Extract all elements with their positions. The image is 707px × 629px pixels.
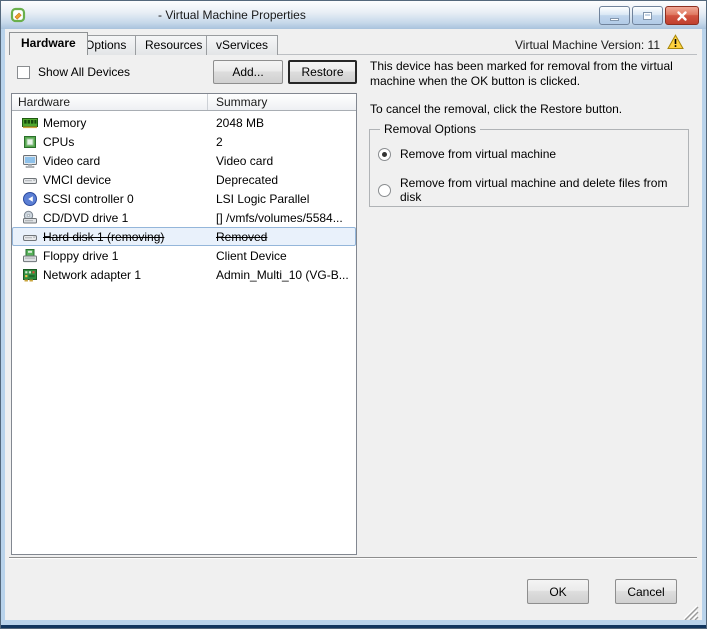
device-list-header: Hardware Summary: [12, 94, 356, 111]
minimize-button[interactable]: [599, 6, 630, 25]
cancel-button[interactable]: Cancel: [615, 579, 677, 604]
video-card-icon: [22, 153, 38, 169]
cd-dvd-icon: [22, 210, 38, 226]
titlebar[interactable]: - Virtual Machine Properties: [1, 1, 706, 29]
hard-disk-icon: [22, 229, 38, 245]
tab-hardware[interactable]: Hardware: [9, 32, 88, 55]
device-label: Floppy drive 1: [43, 249, 119, 263]
show-all-devices-row: Show All Devices: [17, 65, 130, 79]
floppy-icon: [22, 248, 38, 264]
removal-notice-text: This device has been marked for removal …: [370, 59, 673, 88]
remove-from-vm-radio[interactable]: [378, 147, 391, 161]
window-border-left: [1, 29, 5, 622]
device-row-floppy[interactable]: Floppy drive 1 Client Device: [12, 246, 356, 265]
device-label: Memory: [43, 116, 87, 130]
close-icon: [677, 10, 687, 21]
window-controls: [599, 6, 699, 25]
window-border-right: [702, 29, 706, 622]
remove-and-delete-option[interactable]: Remove from virtual machine and delete f…: [378, 176, 680, 204]
maximize-button[interactable]: [632, 6, 663, 25]
show-all-devices-checkbox[interactable]: [17, 65, 30, 79]
device-label: CD/DVD drive 1: [43, 211, 129, 225]
tab-vservices[interactable]: vServices: [206, 35, 279, 55]
device-summary: Deprecated: [216, 173, 279, 187]
close-button[interactable]: [665, 6, 699, 25]
device-label: VMCI device: [43, 173, 112, 187]
vmware-vm-icon: [10, 7, 26, 23]
maximize-icon: [643, 11, 652, 20]
device-rows: Memory 2048 MB CPUs 2 Video card Video c…: [12, 111, 356, 284]
device-row-hard-disk[interactable]: Hard disk 1 (removing) Removed: [12, 227, 356, 246]
hardware-device-list: Hardware Summary Memory 2048 MB CPUs 2 V…: [11, 93, 357, 555]
resize-grip[interactable]: [679, 602, 699, 621]
virtual-machine-properties-window: - Virtual Machine Properties Hardware Op…: [0, 0, 707, 629]
remove-and-delete-label: Remove from virtual machine and delete f…: [400, 176, 668, 204]
device-label: Network adapter 1: [43, 268, 142, 282]
device-row-scsi-controller[interactable]: SCSI controller 0 LSI Logic Parallel: [12, 189, 356, 208]
column-header-hardware[interactable]: Hardware: [12, 94, 208, 110]
minimize-icon: [610, 17, 619, 21]
add-button[interactable]: Add...: [213, 60, 283, 84]
redacted-vm-name: [26, 8, 158, 22]
scsi-controller-icon: [22, 191, 38, 207]
window-border-bottom: [1, 620, 706, 628]
device-summary: Video card: [216, 154, 274, 168]
device-summary: Removed: [216, 230, 268, 244]
cancel-removal-hint-text: To cancel the removal, click the Restore…: [370, 102, 623, 116]
tab-resources[interactable]: Resources: [135, 35, 213, 55]
cpu-icon: [22, 134, 38, 150]
device-summary: [] /vmfs/volumes/5584...: [216, 211, 343, 225]
device-row-network-adapter[interactable]: Network adapter 1 Admin_Multi_10 (VG-B..…: [12, 265, 356, 284]
footer-separator: [9, 557, 697, 559]
restore-button[interactable]: Restore: [288, 60, 357, 84]
device-row-cpus[interactable]: CPUs 2: [12, 132, 356, 151]
device-label: CPUs: [43, 135, 75, 149]
vmci-device-icon: [22, 172, 38, 188]
device-summary: 2048 MB: [216, 116, 265, 130]
memory-icon: [22, 115, 38, 131]
vm-version-label: Virtual Machine Version: 11: [515, 38, 660, 52]
remove-from-vm-option[interactable]: Remove from virtual machine: [378, 147, 680, 161]
device-label: Video card: [43, 154, 101, 168]
column-header-summary[interactable]: Summary: [208, 94, 356, 110]
removal-options-group: Removal Options Remove from virtual mach…: [369, 122, 689, 207]
device-row-cd-dvd[interactable]: CD/DVD drive 1 [] /vmfs/volumes/5584...: [12, 208, 356, 227]
ok-button[interactable]: OK: [527, 579, 589, 604]
device-summary: LSI Logic Parallel: [216, 192, 310, 206]
remove-and-delete-radio[interactable]: [378, 183, 391, 197]
device-summary: Admin_Multi_10 (VG-B...: [216, 268, 349, 282]
remove-from-vm-label: Remove from virtual machine: [400, 147, 557, 161]
device-row-video-card[interactable]: Video card Video card: [12, 151, 356, 170]
removal-options-title: Removal Options: [384, 122, 477, 136]
device-label: SCSI controller 0: [43, 192, 134, 206]
window-title: - Virtual Machine Properties: [158, 8, 306, 22]
network-adapter-icon: [22, 267, 38, 283]
device-summary: 2: [216, 135, 223, 149]
device-row-memory[interactable]: Memory 2048 MB: [12, 113, 356, 132]
device-summary: Client Device: [216, 249, 287, 263]
device-label: Hard disk 1 (removing): [43, 230, 165, 244]
device-row-vmci[interactable]: VMCI device Deprecated: [12, 170, 356, 189]
warning-icon: [667, 34, 684, 50]
show-all-devices-label: Show All Devices: [38, 65, 131, 79]
